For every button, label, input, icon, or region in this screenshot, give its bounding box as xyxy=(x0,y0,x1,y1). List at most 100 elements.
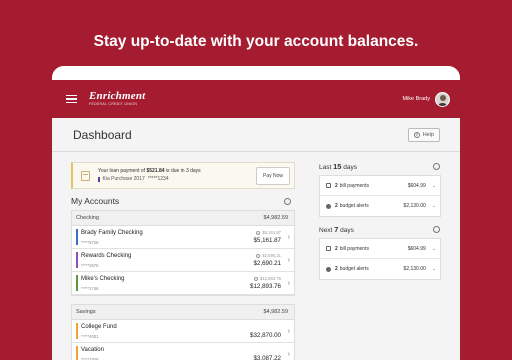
available-balance: $2,690.21 xyxy=(253,253,281,258)
last-days-suffix: days xyxy=(343,164,357,171)
pie-chart-icon xyxy=(326,203,331,209)
row-count: 2 xyxy=(335,203,338,209)
account-color-bar xyxy=(98,176,100,182)
last-days-count: 15 xyxy=(333,162,342,171)
alert-masked-number: *****1234 xyxy=(147,175,169,182)
account-group-header[interactable]: Savings $4,982.59 xyxy=(72,305,294,320)
hamburger-menu-icon[interactable] xyxy=(66,94,77,104)
available-icon xyxy=(256,230,261,235)
account-info: Mike's Checking *****1746 xyxy=(78,272,250,294)
account-info: Brady Family Checking *****5728 xyxy=(78,226,253,248)
account-balance: $12,893.76 xyxy=(250,283,281,290)
account-info: Vacation *****1928 xyxy=(78,343,253,360)
account-row[interactable]: College Fund *****4001 $32,870.00 › xyxy=(72,320,294,343)
row-label: bill payments xyxy=(339,182,369,189)
help-button[interactable]: ? Help xyxy=(407,127,440,142)
account-balance: $3,087.22 xyxy=(253,355,281,360)
logo-main-text: Enrichment xyxy=(89,90,146,103)
bill-icon xyxy=(326,246,331,251)
available-icon xyxy=(254,276,259,281)
alert-account: Kia Purchase 2017 xyxy=(102,175,145,182)
pay-now-button[interactable]: Pay Now xyxy=(255,166,290,185)
last-days-prefix: Last xyxy=(319,164,332,171)
available-balance: $12,893.76 xyxy=(250,276,281,281)
available-amount: $5,161.87 xyxy=(262,230,281,235)
alert-amount: $521.84 xyxy=(146,168,165,175)
device-bezel xyxy=(52,66,460,80)
summary-row[interactable]: 2 budget alerts $2,130.00 ⌄ xyxy=(320,259,440,279)
help-label: Help xyxy=(422,131,434,138)
available-amount: $2,690.21 xyxy=(262,253,281,258)
avatar[interactable] xyxy=(435,91,450,107)
chevron-right-icon: › xyxy=(287,234,290,241)
pie-chart-icon xyxy=(326,266,331,272)
chevron-down-icon: ⌄ xyxy=(431,182,436,189)
account-row[interactable]: Vacation *****1928 $3,087.22 › xyxy=(72,343,294,360)
group-total: $4,982.59 xyxy=(263,309,288,315)
chevron-right-icon: › xyxy=(287,328,290,335)
account-number: *****4001 xyxy=(81,334,99,339)
right-column: Last 15 days 2 bill payments $604.99 ⌄ 2 budg… xyxy=(319,162,441,288)
calendar-icon xyxy=(81,170,90,181)
gear-icon[interactable] xyxy=(433,226,440,233)
user-name: Mike Brady xyxy=(402,96,430,102)
user-menu[interactable]: Mike Brady xyxy=(402,91,450,107)
app-bar: Enrichment FEDERAL CREDIT UNION Mike Bra… xyxy=(52,80,460,118)
logo-sub-text: FEDERAL CREDIT UNION xyxy=(89,102,138,107)
next-days-card: 2 bill payments $604.99 ⌄ 2 budget alerts $2,1… xyxy=(319,238,441,280)
help-icon: ? xyxy=(413,131,420,138)
account-group: Checking $4,982.59 Brady Family Checking **… xyxy=(71,210,295,296)
account-group-header[interactable]: Checking $4,982.59 xyxy=(72,211,294,226)
account-name: College Fund xyxy=(81,324,117,330)
summary-row[interactable]: 2 budget alerts $2,130.00 ⌄ xyxy=(320,196,440,216)
next-days-prefix: Next xyxy=(319,227,333,234)
row-amount: $604.99 xyxy=(407,182,426,189)
account-row[interactable]: Rewards Checking *****2678 $2,690.21 $2,690… xyxy=(72,249,294,272)
account-groups: Checking $4,982.59 Brady Family Checking **… xyxy=(71,210,295,360)
gear-icon[interactable] xyxy=(433,163,440,170)
title-bar: Dashboard ? Help xyxy=(52,118,460,152)
tablet-screen: Enrichment FEDERAL CREDIT UNION Mike Bra… xyxy=(52,66,460,360)
logo: Enrichment FEDERAL CREDIT UNION xyxy=(89,91,145,107)
available-icon xyxy=(256,253,261,258)
last-days-panel: Last 15 days 2 bill payments $604.99 ⌄ 2 budg… xyxy=(319,162,441,217)
account-number: *****2678 xyxy=(81,263,99,268)
my-accounts-title: My Accounts xyxy=(71,196,120,206)
account-balance: $32,870.00 xyxy=(250,332,281,339)
bill-icon xyxy=(326,183,331,188)
account-name: Mike's Checking xyxy=(81,276,125,282)
available-balance: $5,161.87 xyxy=(253,230,281,235)
next-days-panel: Next 7 days 2 bill payments $604.99 ⌄ 2 budge… xyxy=(319,225,441,280)
page-title: Dashboard xyxy=(73,127,132,142)
headline: Stay up-to-date with your account balanc… xyxy=(93,33,419,50)
left-column: Your loan payment of $521.84 is due in 3… xyxy=(71,162,295,360)
summary-row[interactable]: 2 bill payments $604.99 ⌄ xyxy=(320,176,440,196)
account-info: College Fund *****4001 xyxy=(78,320,250,342)
account-name: Rewards Checking xyxy=(81,253,132,259)
chevron-down-icon: ⌄ xyxy=(431,245,436,252)
account-number: *****5728 xyxy=(81,240,99,245)
gear-icon[interactable] xyxy=(284,197,291,205)
next-days-suffix: days xyxy=(340,227,354,234)
available-amount: $12,893.76 xyxy=(260,276,281,281)
account-name: Vacation xyxy=(81,347,104,353)
account-balance: $2,690.21 xyxy=(253,260,281,267)
row-count: 2 xyxy=(335,245,338,252)
next-days-count: 7 xyxy=(334,225,339,234)
row-amount: $2,130.00 xyxy=(403,266,426,272)
account-row[interactable]: Mike's Checking *****1746 $12,893.76 $12,89… xyxy=(72,272,294,295)
account-balance: $5,161.87 xyxy=(253,237,281,244)
account-number: *****1746 xyxy=(81,286,99,291)
summary-row[interactable]: 2 bill payments $604.99 ⌄ xyxy=(320,239,440,259)
alert-prefix: Your loan payment of xyxy=(98,168,146,175)
payment-alert: Your loan payment of $521.84 is due in 3… xyxy=(71,162,295,189)
account-row[interactable]: Brady Family Checking *****5728 $5,161.87 $… xyxy=(72,226,294,249)
row-count: 2 xyxy=(335,182,338,189)
chevron-right-icon: › xyxy=(287,351,290,358)
row-amount: $2,130.00 xyxy=(403,203,426,209)
row-label: bill payments xyxy=(339,245,369,252)
group-name: Savings xyxy=(76,309,96,315)
group-name: Checking xyxy=(76,215,99,221)
group-total: $4,982.59 xyxy=(263,215,288,221)
alert-text: Your loan payment of $521.84 is due in 3… xyxy=(98,168,201,183)
